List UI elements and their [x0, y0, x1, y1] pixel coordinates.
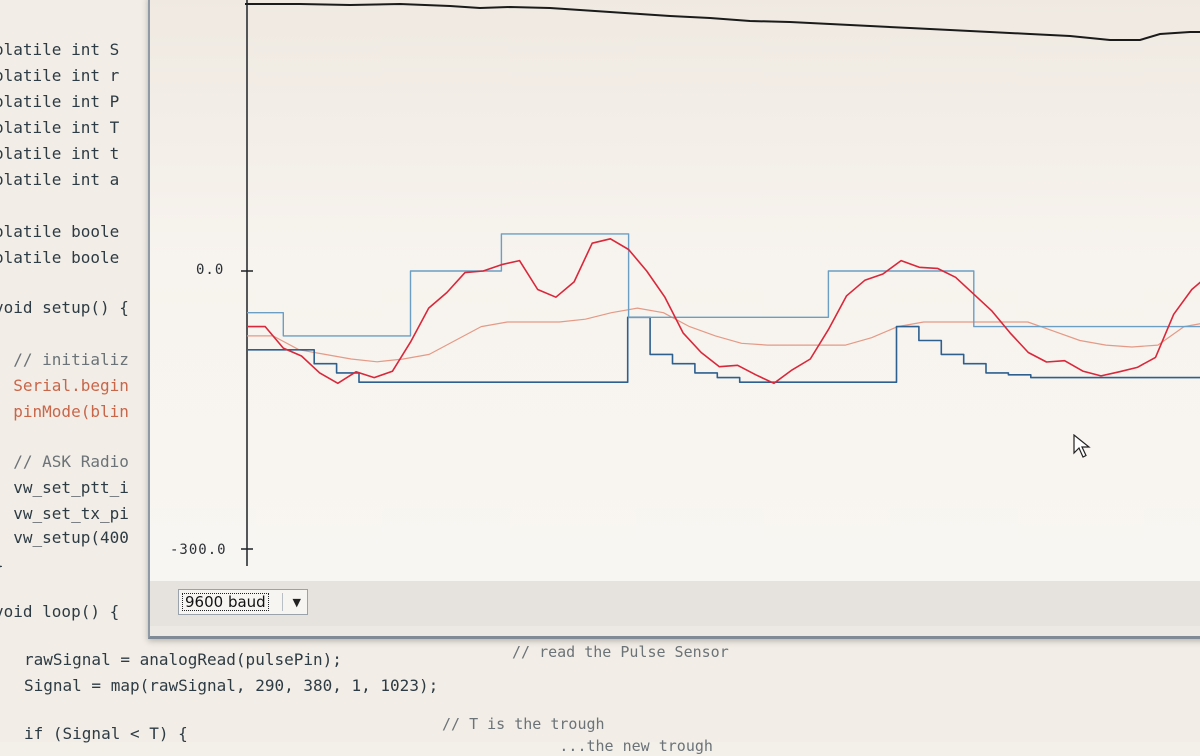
serial-plotter-window[interactable]: 0.0 -300.0 9600 baud ▼: [148, 0, 1200, 639]
code-line: void loop() {: [0, 602, 120, 621]
code-line: Signal = map(rawSignal, 290, 380, 1, 102…: [24, 676, 439, 695]
code-line: olatile int a: [0, 170, 120, 189]
threshold-series-line: [247, 307, 1200, 363]
code-comment: ...the new trough: [442, 737, 713, 755]
baud-rate-select[interactable]: 9600 baud ▼: [178, 589, 308, 615]
code-line: pinMode(blin: [0, 402, 129, 421]
y-tick-label: 0.0: [196, 262, 225, 278]
code-line: olatile int S: [0, 40, 120, 59]
code-comment: // T is the trough: [442, 715, 605, 733]
code-comment: // read the Pulse Sensor: [512, 643, 729, 661]
pulse-series-line: [247, 238, 1200, 385]
code-line: }: [0, 556, 4, 576]
code-line: if (Signal < T) {: [24, 724, 188, 743]
peak-series-line: [247, 233, 1200, 337]
chevron-down-icon[interactable]: ▼: [293, 596, 301, 609]
code-line: olatile int t: [0, 144, 120, 163]
code-line: rawSignal = analogRead(pulsePin);: [24, 650, 342, 669]
top-signal-line: [245, 2, 1200, 41]
code-line: // initializ: [0, 350, 129, 369]
code-line: void setup() {: [0, 298, 129, 317]
mouse-cursor-icon: [1073, 434, 1091, 458]
code-line: olatile boole: [0, 248, 120, 267]
code-line: olatile int T: [0, 118, 120, 137]
select-divider: [282, 593, 283, 611]
plotter-bottom-bar: 9600 baud ▼: [150, 581, 1200, 626]
code-line: olatile int P: [0, 92, 120, 111]
code-line: // ASK Radio: [0, 452, 129, 471]
code-line: vw_set_tx_pi: [0, 504, 129, 523]
code-line: Serial.begin: [0, 376, 129, 395]
code-line: olatile boole: [0, 222, 120, 241]
plot-svg: [241, 0, 1200, 566]
code-line: vw_set_ptt_i: [0, 478, 129, 497]
code-line: vw_setup(400: [0, 528, 129, 547]
baud-rate-value: 9600 baud: [182, 593, 269, 611]
y-tick-label: -300.0: [170, 542, 227, 558]
code-line: olatile int r: [0, 66, 120, 85]
plot-area: 0.0 -300.0: [150, 0, 1200, 581]
